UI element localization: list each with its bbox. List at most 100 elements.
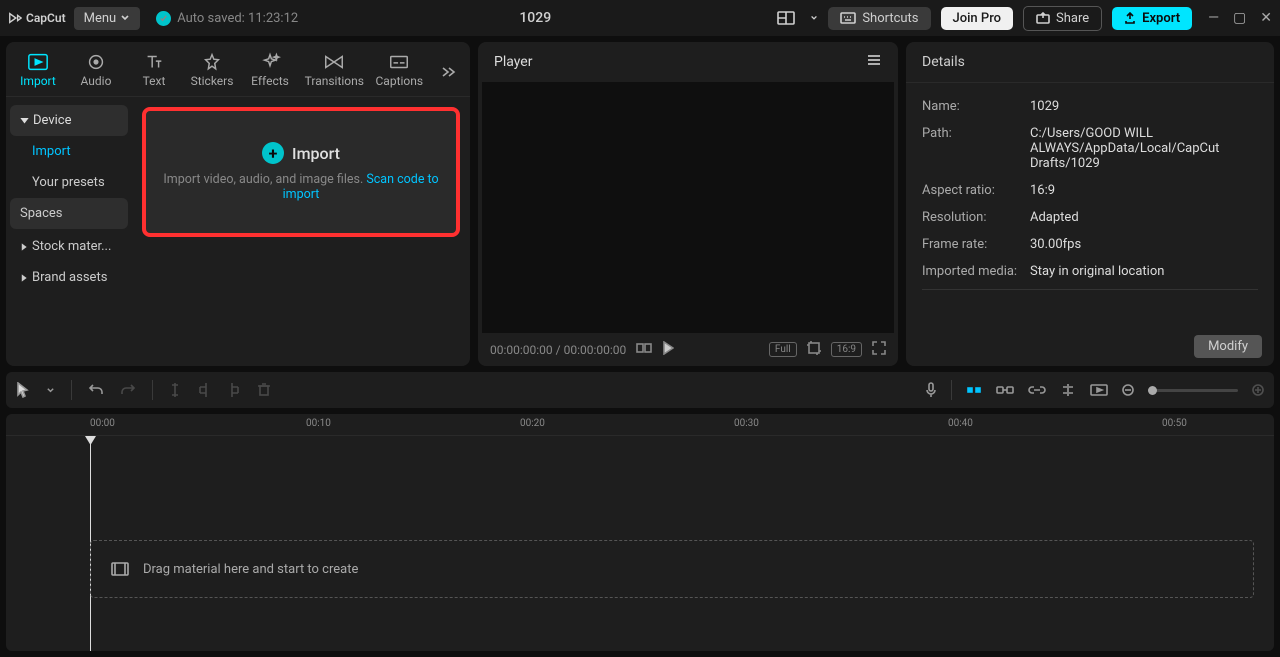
trim-left-icon[interactable] bbox=[197, 382, 211, 398]
zoom-out-icon[interactable] bbox=[1122, 384, 1134, 396]
crop-icon[interactable] bbox=[807, 341, 821, 358]
plus-icon: + bbox=[262, 142, 284, 164]
layout-icon[interactable] bbox=[772, 6, 800, 30]
pointer-chevron-icon[interactable] bbox=[46, 386, 55, 395]
check-icon bbox=[156, 11, 171, 26]
import-title: Import bbox=[292, 144, 340, 163]
timeline-tracks[interactable]: Drag material here and start to create bbox=[6, 436, 1274, 651]
detail-row-resolution: Resolution:Adapted bbox=[922, 204, 1258, 231]
import-drop-zone[interactable]: + Import Import video, audio, and image … bbox=[142, 107, 460, 237]
chevron-down-icon bbox=[120, 13, 130, 23]
details-panel: Details Name:1029 Path:C:/Users/GOOD WIL… bbox=[906, 42, 1274, 366]
import-subtitle: Import video, audio, and image files. Sc… bbox=[158, 172, 444, 202]
detail-row-name: Name:1029 bbox=[922, 93, 1258, 120]
export-button[interactable]: Export bbox=[1112, 7, 1192, 30]
delete-icon[interactable] bbox=[257, 383, 271, 397]
time-ruler[interactable]: 00:00 00:10 00:20 00:30 00:40 00:50 bbox=[6, 414, 1274, 436]
stickers-icon bbox=[201, 52, 223, 72]
sidebar-item-import[interactable]: Import bbox=[10, 136, 128, 167]
tab-stickers[interactable]: Stickers bbox=[186, 48, 238, 96]
link-icon[interactable] bbox=[1028, 385, 1046, 395]
tab-audio[interactable]: Audio bbox=[70, 48, 122, 96]
pointer-tool-icon[interactable] bbox=[16, 382, 30, 398]
media-tab-bar: Import Audio Text Stickers Effects Trans… bbox=[6, 42, 470, 97]
detail-row-fps: Frame rate:30.00fps bbox=[922, 231, 1258, 258]
detail-row-media: Imported media:Stay in original location bbox=[922, 258, 1258, 285]
ratio-button[interactable]: 16:9 bbox=[831, 342, 862, 357]
chevron-right-double-icon bbox=[440, 66, 456, 78]
sidebar-item-spaces[interactable]: Spaces bbox=[10, 198, 128, 229]
app-name: CapCut bbox=[26, 11, 66, 25]
timecode-display: 00:00:00:00 / 00:00:00:00 bbox=[490, 343, 626, 357]
time-mark: 00:50 bbox=[1162, 418, 1187, 429]
audio-icon bbox=[85, 52, 107, 72]
fullscreen-icon[interactable] bbox=[872, 341, 886, 358]
top-bar: CapCut Menu Auto saved: 11:23:12 1029 Sh… bbox=[0, 0, 1280, 36]
undo-button[interactable] bbox=[88, 383, 104, 397]
window-controls: — ▢ ✕ bbox=[1208, 10, 1272, 26]
modify-button[interactable]: Modify bbox=[1194, 335, 1262, 358]
shortcuts-button[interactable]: Shortcuts bbox=[828, 7, 930, 30]
chevron-down-icon bbox=[20, 116, 29, 125]
timeline-drop-hint[interactable]: Drag material here and start to create bbox=[90, 540, 1254, 598]
timeline-panel: 00:00 00:10 00:20 00:30 00:40 00:50 Drag… bbox=[6, 414, 1274, 651]
full-button[interactable]: Full bbox=[769, 342, 797, 357]
share-button[interactable]: Share bbox=[1023, 6, 1102, 31]
drop-hint-text: Drag material here and start to create bbox=[143, 562, 358, 577]
link-audio-icon[interactable] bbox=[996, 384, 1014, 396]
divider bbox=[922, 289, 1258, 290]
tab-captions[interactable]: Captions bbox=[373, 48, 426, 96]
player-panel: Player 00:00:00:00 / 00:00:00:00 Full 16… bbox=[478, 42, 898, 366]
magnet-icon[interactable] bbox=[966, 383, 982, 397]
tab-transitions[interactable]: Transitions bbox=[302, 48, 367, 96]
tab-import[interactable]: Import bbox=[12, 48, 64, 96]
player-title: Player bbox=[494, 54, 532, 70]
redo-button[interactable] bbox=[120, 383, 136, 397]
autosave-status: Auto saved: 11:23:12 bbox=[156, 11, 298, 26]
sidebar-item-stock[interactable]: Stock mater... bbox=[10, 231, 128, 262]
app-logo: CapCut bbox=[8, 11, 66, 25]
split-icon[interactable] bbox=[169, 382, 181, 398]
time-mark: 00:40 bbox=[948, 418, 973, 429]
play-button[interactable] bbox=[662, 341, 674, 358]
captions-icon bbox=[388, 52, 410, 72]
preview-icon[interactable] bbox=[1090, 384, 1108, 396]
mic-icon[interactable] bbox=[925, 382, 937, 398]
share-icon bbox=[1036, 12, 1050, 24]
align-icon[interactable] bbox=[1060, 383, 1076, 397]
menu-label: Menu bbox=[84, 11, 117, 26]
export-label: Export bbox=[1142, 11, 1180, 26]
compare-icon[interactable] bbox=[636, 342, 652, 357]
join-pro-button[interactable]: Join Pro bbox=[941, 7, 1013, 30]
chevron-down-icon[interactable] bbox=[810, 14, 818, 22]
autosave-text: Auto saved: 11:23:12 bbox=[177, 11, 298, 26]
time-mark: 00:10 bbox=[306, 418, 331, 429]
text-icon bbox=[143, 52, 165, 72]
clip-icon bbox=[111, 562, 129, 576]
keyboard-icon bbox=[840, 12, 856, 24]
effects-icon bbox=[259, 52, 281, 72]
detail-row-aspect: Aspect ratio:16:9 bbox=[922, 177, 1258, 204]
sidebar-item-brand[interactable]: Brand assets bbox=[10, 262, 128, 293]
time-mark: 00:20 bbox=[520, 418, 545, 429]
time-mark: 00:00 bbox=[90, 418, 115, 429]
sidebar-item-device[interactable]: Device bbox=[10, 105, 128, 136]
trim-right-icon[interactable] bbox=[227, 382, 241, 398]
transitions-icon bbox=[323, 52, 345, 72]
player-menu-icon[interactable] bbox=[866, 54, 882, 70]
maximize-button[interactable]: ▢ bbox=[1233, 10, 1246, 26]
sidebar-item-presets[interactable]: Your presets bbox=[10, 167, 128, 198]
zoom-slider[interactable] bbox=[1148, 389, 1238, 392]
player-canvas[interactable] bbox=[482, 82, 894, 333]
tab-text[interactable]: Text bbox=[128, 48, 180, 96]
shortcuts-label: Shortcuts bbox=[862, 11, 918, 26]
project-title: 1029 bbox=[306, 10, 764, 26]
more-tabs-button[interactable] bbox=[432, 55, 464, 90]
menu-button[interactable]: Menu bbox=[74, 7, 141, 30]
tab-effects[interactable]: Effects bbox=[244, 48, 296, 96]
chevron-right-icon bbox=[20, 274, 28, 282]
zoom-in-icon[interactable] bbox=[1252, 384, 1264, 396]
detail-row-path: Path:C:/Users/GOOD WILL ALWAYS/AppData/L… bbox=[922, 120, 1258, 177]
close-button[interactable]: ✕ bbox=[1260, 10, 1272, 26]
minimize-button[interactable]: — bbox=[1208, 10, 1219, 26]
